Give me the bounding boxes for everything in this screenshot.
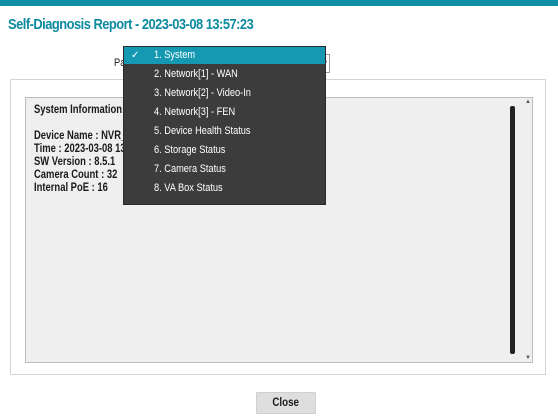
close-button-label: Close bbox=[272, 397, 300, 409]
check-icon: ✓ bbox=[131, 50, 140, 61]
dropdown-item-device-health[interactable]: 5. Device Health Status bbox=[124, 122, 325, 141]
dropdown-item-network-wan[interactable]: 2. Network[1] - WAN bbox=[124, 65, 325, 84]
page-dropdown-menu: ✓ 1. System 2. Network[1] - WAN 3. Netwo… bbox=[123, 46, 326, 205]
dropdown-item-va-box-status[interactable]: 8. VA Box Status bbox=[124, 179, 325, 198]
scrollbar-thumb[interactable] bbox=[510, 106, 515, 354]
dialog-title: Self-Diagnosis Report - 2023-03-08 13:57… bbox=[8, 16, 254, 33]
dropdown-item-network-video-in[interactable]: 3. Network[2] - Video-In bbox=[124, 84, 325, 103]
dropdown-item-system[interactable]: ✓ 1. System bbox=[124, 47, 325, 64]
scroll-up-arrow-icon[interactable]: ▲ bbox=[525, 99, 531, 105]
dropdown-item-network-fen[interactable]: 4. Network[3] - FEN bbox=[124, 103, 325, 122]
dropdown-item-camera-status[interactable]: 7. Camera Status bbox=[124, 160, 325, 179]
scroll-down-arrow-icon[interactable]: ▼ bbox=[525, 355, 531, 361]
close-button[interactable]: Close bbox=[256, 392, 316, 414]
dropdown-item-storage-status[interactable]: 6. Storage Status bbox=[124, 141, 325, 160]
